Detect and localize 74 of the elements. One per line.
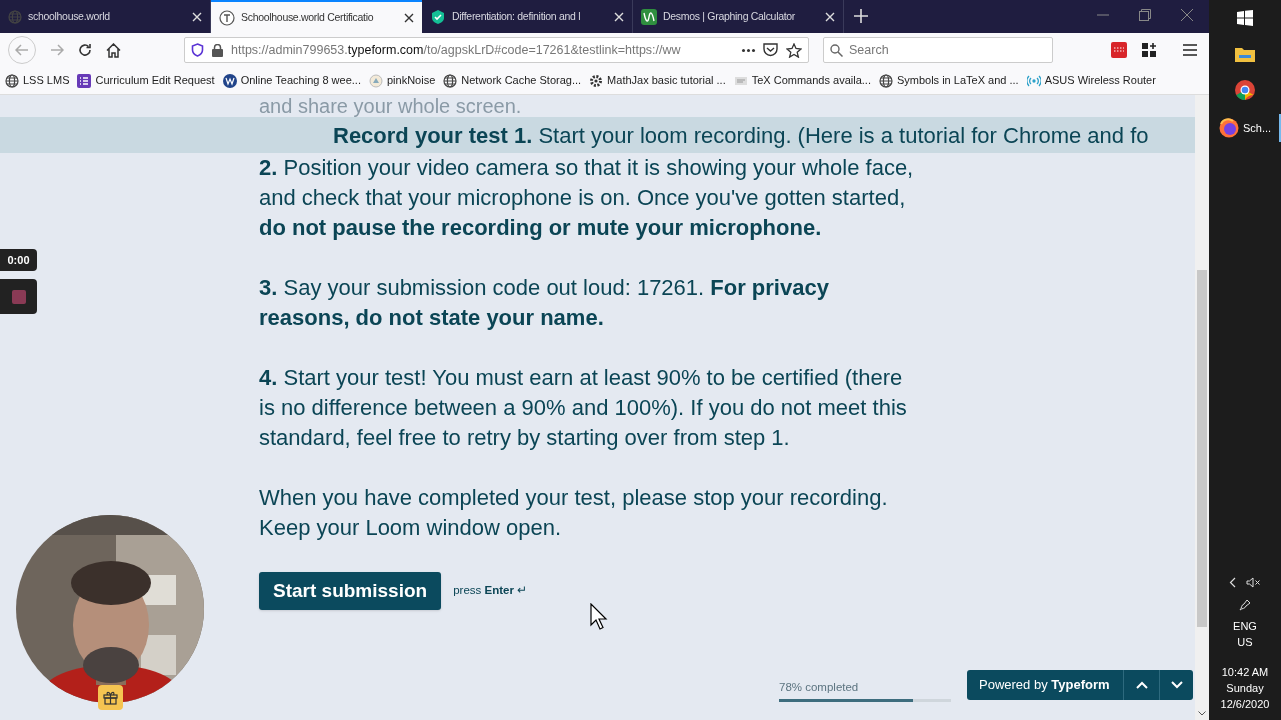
address-field[interactable]: https://admin799653.typeform.com/to/agpskLrD#code=17261&testlink=https://ww — [184, 37, 809, 63]
home-icon[interactable] — [106, 42, 121, 58]
graph-icon — [641, 8, 657, 25]
star-icon[interactable] — [786, 42, 802, 58]
tab-title: Schoolhouse.world Certificatio — [241, 9, 375, 25]
instruction-paragraph: When you have completed your test, please stop your recording. Keep your Loom window open. — [259, 484, 889, 542]
start-submission-button[interactable]: Start submission — [259, 572, 442, 610]
globe-icon — [443, 73, 458, 88]
muted-speaker-icon[interactable] — [1246, 577, 1261, 588]
more-icon[interactable] — [742, 48, 755, 52]
gift-icon — [103, 690, 118, 705]
new-tab-icon[interactable] — [854, 9, 868, 23]
progress-label: 78% completed — [779, 680, 860, 695]
pen-icon[interactable] — [1238, 598, 1252, 612]
url-text: https://admin799653.typeform.com/to/agpskLrD#code=17261&testlink=https://ww — [231, 41, 682, 59]
chrome-icon[interactable] — [1235, 80, 1255, 100]
bookmark[interactable]: MathJax basic tutorial ... — [585, 68, 730, 93]
taskbar-app[interactable]: Sch... — [1209, 114, 1281, 142]
tab-title: Differentiation: definition and l — [452, 8, 582, 24]
faded-text: and share your whole screen. — [259, 95, 523, 117]
scrollbar-thumb[interactable] — [1197, 270, 1207, 627]
chevron-left-icon[interactable] — [1229, 577, 1236, 588]
chevron-up-icon — [1135, 681, 1148, 689]
language-indicator[interactable]: ENG US — [1233, 618, 1257, 650]
recording-timer: 0:00 — [0, 249, 37, 271]
globe-icon — [5, 73, 19, 88]
windows-icon[interactable] — [1237, 10, 1253, 26]
lock-icon — [212, 43, 223, 57]
bookmark[interactable]: LSS LMS — [1, 68, 74, 93]
keyboard-hint: press Enter ↵ — [453, 583, 528, 599]
tab-title: Desmos | Graphing Calculator — [663, 8, 797, 24]
chevron-down-icon — [1170, 681, 1183, 689]
browser-tab[interactable]: Schoolhouse.world Certificatio — [211, 0, 422, 33]
folder-icon[interactable] — [1235, 46, 1255, 62]
menu-icon[interactable] — [1183, 44, 1197, 56]
close-icon[interactable] — [404, 12, 414, 23]
grid-plus-icon[interactable] — [1141, 42, 1157, 58]
sticky-banner: Record your test 1. Start your loom recording. (Here is a tutorial for Chrome and fo — [0, 117, 1195, 153]
pocket-icon[interactable] — [763, 43, 778, 57]
bookmark[interactable]: ASUS Wireless Router — [1022, 68, 1160, 93]
instruction-paragraph: 2. Position your video camera so that it is showing your whole face, and check that your microphone is on. Once you've gotten started, do not pause the recording or mute your microphone. — [259, 154, 915, 242]
back-arrow-icon — [15, 44, 29, 56]
letter-icon — [219, 9, 235, 26]
reload-icon[interactable] — [78, 43, 92, 57]
search-field[interactable]: Search — [823, 37, 1053, 63]
disc-icon — [368, 73, 383, 88]
bookmark[interactable]: Symbols in LaTeX and ... — [874, 68, 1023, 93]
firefox-icon — [1219, 118, 1239, 138]
bookmark[interactable]: Network Cache Storag... — [439, 68, 586, 93]
clock[interactable]: 10:42 AM Sunday 12/6/2020 — [1220, 664, 1270, 712]
powered-by-link[interactable]: Powered by Typeform — [967, 670, 1123, 700]
globe-icon — [878, 73, 893, 88]
bookmark[interactable]: pinkNoise — [364, 68, 440, 93]
cursor-icon — [590, 603, 609, 630]
list-icon — [77, 73, 92, 88]
wordpress-icon — [222, 73, 237, 88]
gear-icon — [589, 73, 604, 88]
shield-icon — [430, 8, 446, 25]
wifi-icon — [1026, 73, 1041, 88]
shield-icon — [191, 43, 204, 57]
search-input[interactable]: Search — [849, 40, 1046, 60]
bookmark[interactable]: Online Teaching 8 wee... — [218, 68, 365, 93]
bookmark[interactable]: TeX Commands availa... — [729, 68, 875, 93]
gift-button[interactable] — [98, 685, 123, 710]
globe-icon — [8, 9, 22, 24]
stop-icon — [11, 289, 26, 304]
scroll-down-icon[interactable] — [1198, 711, 1206, 716]
restore-icon[interactable] — [1139, 9, 1151, 21]
instruction-paragraph: 4. Start your test! You must earn at least 90% to be certified (there is no difference between a 90% and 100%). If you do not meet this standard, feel free to retry by starting over from step 1. — [259, 364, 908, 452]
search-icon — [830, 43, 843, 57]
scrollbar[interactable] — [1195, 95, 1209, 720]
tab-title: schoolhouse.world — [28, 8, 111, 24]
instruction-paragraph: 3. Say your submission code out loud: 17261. For privacy reasons, do not state your name. — [259, 274, 830, 332]
bookmark[interactable]: Curriculum Edit Request — [73, 68, 219, 93]
